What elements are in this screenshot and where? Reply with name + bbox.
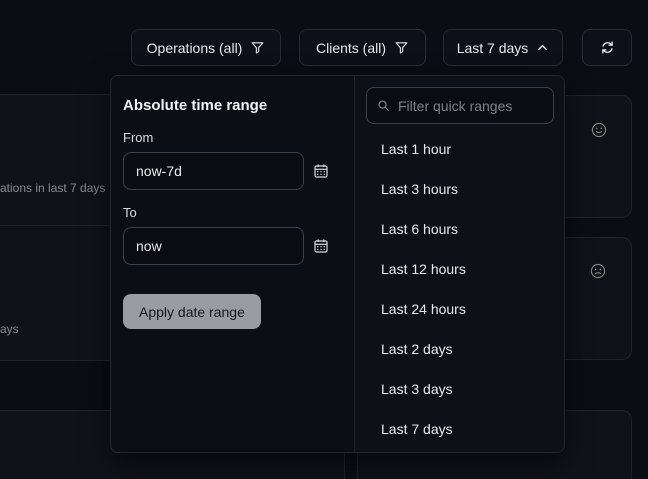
- operations-filter-label: Operations (all): [147, 40, 243, 56]
- refresh-button[interactable]: [582, 29, 632, 66]
- to-input[interactable]: [123, 227, 304, 265]
- time-range-button[interactable]: Last 7 days: [443, 29, 563, 66]
- quick-ranges-filter-input[interactable]: [398, 98, 543, 114]
- card-caption-fragment: ays: [0, 322, 19, 336]
- absolute-time-section: Absolute time range From: [111, 76, 354, 452]
- card-caption-fragment: ations in last 7 days: [0, 181, 105, 195]
- quick-range-item-last-24-hours[interactable]: Last 24 hours: [365, 289, 554, 329]
- quick-range-item-last-1-hour[interactable]: Last 1 hour: [365, 129, 554, 169]
- from-calendar-button[interactable]: [313, 163, 329, 179]
- calendar-icon: [313, 238, 329, 254]
- time-picker-panel: Absolute time range From: [110, 75, 565, 453]
- clients-filter-label: Clients (all): [316, 40, 386, 56]
- search-icon: [377, 99, 390, 112]
- refresh-icon: [599, 39, 616, 56]
- absolute-time-title: Absolute time range: [123, 97, 342, 114]
- to-label: To: [123, 205, 342, 220]
- quick-ranges-list: Last 1 hour Last 3 hours Last 6 hours La…: [365, 129, 554, 449]
- funnel-icon: [250, 40, 265, 55]
- chevron-up-icon: [536, 41, 549, 54]
- operations-filter-button[interactable]: Operations (all): [131, 29, 281, 66]
- quick-range-item-last-7-days[interactable]: Last 7 days: [365, 409, 554, 449]
- quick-ranges-section: Last 1 hour Last 3 hours Last 6 hours La…: [354, 76, 564, 452]
- to-calendar-button[interactable]: [313, 238, 329, 254]
- quick-range-item-last-3-days[interactable]: Last 3 days: [365, 369, 554, 409]
- frown-icon: [590, 263, 606, 279]
- calendar-icon: [313, 163, 329, 179]
- apply-date-range-button[interactable]: Apply date range: [123, 294, 261, 329]
- from-input[interactable]: [123, 152, 304, 190]
- quick-ranges-search[interactable]: [366, 87, 554, 124]
- funnel-icon: [394, 40, 409, 55]
- smile-icon: [591, 122, 607, 138]
- quick-range-item-last-3-hours[interactable]: Last 3 hours: [365, 169, 554, 209]
- clients-filter-button[interactable]: Clients (all): [299, 29, 426, 66]
- app-screen: ations in last 7 days ays Operations (al…: [0, 0, 648, 479]
- time-range-label: Last 7 days: [457, 40, 529, 56]
- quick-range-item-last-6-hours[interactable]: Last 6 hours: [365, 209, 554, 249]
- quick-range-item-last-12-hours[interactable]: Last 12 hours: [365, 249, 554, 289]
- quick-range-item-last-2-days[interactable]: Last 2 days: [365, 329, 554, 369]
- from-label: From: [123, 130, 342, 145]
